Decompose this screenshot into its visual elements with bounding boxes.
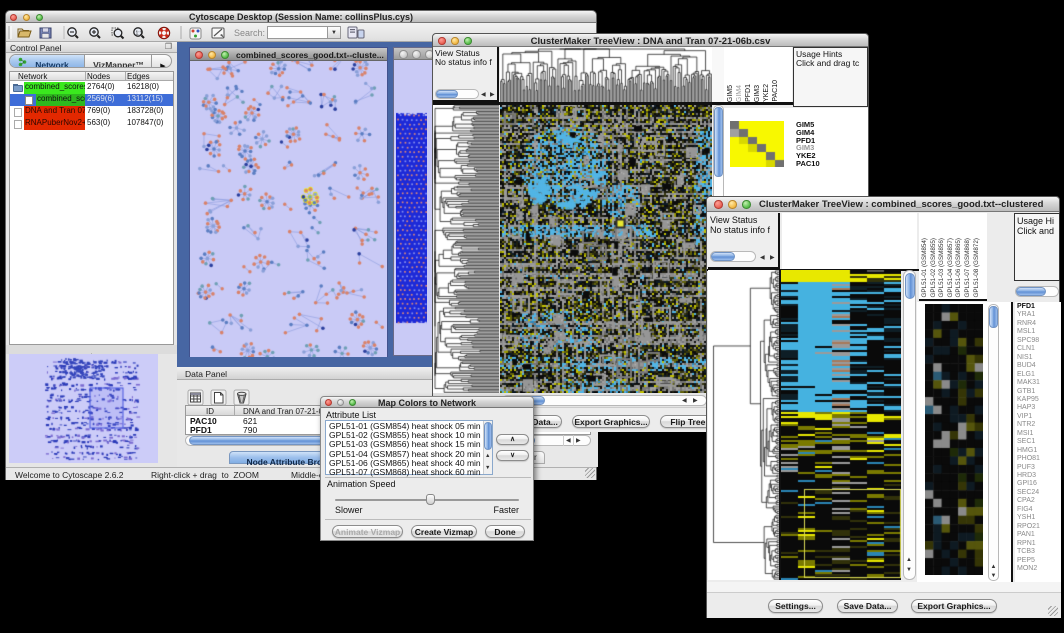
svg-text:1:1: 1:1	[136, 31, 143, 37]
